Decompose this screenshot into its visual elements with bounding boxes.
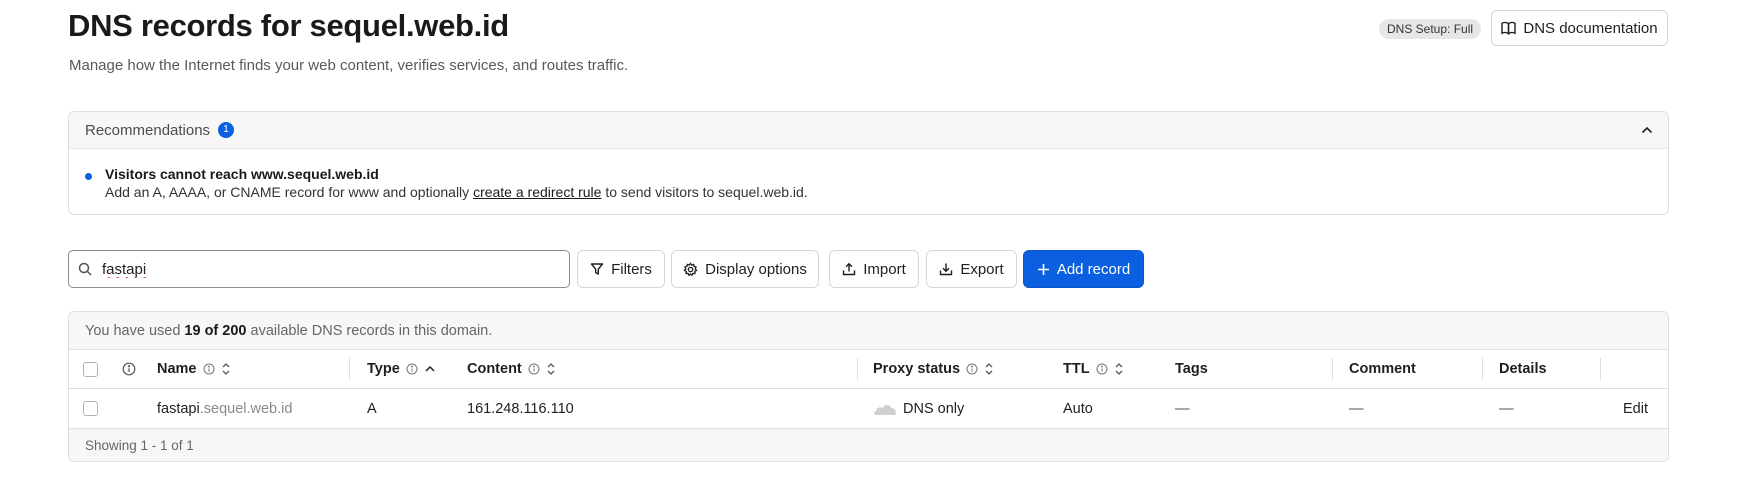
- dns-records-table: You have used 19 of 200 available DNS re…: [68, 311, 1669, 462]
- search-input[interactable]: [100, 259, 544, 279]
- info-icon[interactable]: [528, 363, 540, 375]
- create-redirect-rule-link[interactable]: create a redirect rule: [473, 184, 601, 200]
- record-comment-cell: —: [1349, 400, 1364, 417]
- display-options-button[interactable]: Display options: [671, 250, 819, 288]
- filter-icon: [590, 262, 604, 276]
- search-box[interactable]: [68, 250, 570, 288]
- gear-icon: [683, 261, 698, 277]
- page-subtitle: Manage how the Internet finds your web c…: [69, 57, 629, 74]
- record-proxy-status-cell: DNS only: [873, 389, 964, 428]
- info-icon[interactable]: [1096, 363, 1108, 375]
- dns-documentation-label: DNS documentation: [1523, 19, 1658, 37]
- column-header-content[interactable]: Content: [467, 350, 556, 388]
- usage-prefix: You have used: [85, 322, 181, 339]
- record-name-match: fastapi: [157, 400, 200, 417]
- column-header-type[interactable]: Type: [367, 350, 436, 388]
- recommendations-header[interactable]: Recommendations 1: [69, 112, 1668, 149]
- column-header-proxy-status[interactable]: Proxy status: [873, 350, 994, 388]
- column-header-name[interactable]: Name: [157, 350, 231, 388]
- table-row[interactable]: fastapi .sequel.web.id A 161.248.116.110 …: [69, 389, 1668, 429]
- select-all-checkbox[interactable]: [83, 361, 98, 377]
- recommendation-title: Visitors cannot reach www.sequel.web.id: [105, 166, 379, 182]
- search-icon: [78, 262, 92, 276]
- upload-icon: [842, 262, 856, 276]
- info-icon[interactable]: [406, 363, 418, 375]
- sort-ascending-icon[interactable]: [424, 363, 436, 375]
- table-pagination-summary: Showing 1 - 1 of 1: [69, 429, 1668, 461]
- download-icon: [939, 262, 953, 276]
- column-divider: [1482, 358, 1483, 380]
- record-details-cell: —: [1499, 400, 1514, 417]
- add-record-label: Add record: [1056, 260, 1131, 278]
- recommendation-dot: [85, 173, 92, 180]
- row-info-header: [122, 350, 136, 388]
- usage-summary: You have used 19 of 200 available DNS re…: [69, 312, 1668, 350]
- column-content-label: Content: [467, 361, 522, 377]
- page-title: DNS records for sequel.web.id: [68, 8, 509, 43]
- row-select-cell: [83, 389, 98, 428]
- column-header-ttl[interactable]: TTL: [1063, 350, 1124, 388]
- row-checkbox[interactable]: [83, 401, 98, 416]
- recommendation-desc-suffix: to send visitors to sequel.web.id.: [601, 184, 808, 200]
- info-icon[interactable]: [203, 363, 215, 375]
- filters-label: Filters: [611, 260, 652, 278]
- usage-suffix: available DNS records in this domain.: [250, 322, 493, 339]
- record-name-cell: fastapi .sequel.web.id: [157, 389, 292, 428]
- recommendations-count-badge: 1: [218, 122, 235, 138]
- dns-setup-badge: DNS Setup: Full: [1379, 19, 1482, 39]
- column-divider: [349, 358, 350, 380]
- dns-documentation-button[interactable]: DNS documentation: [1491, 10, 1668, 46]
- select-all-cell: [83, 350, 98, 388]
- column-header-details: Details: [1499, 350, 1547, 388]
- recommendation-item: Visitors cannot reach www.sequel.web.id …: [69, 149, 1668, 201]
- recommendation-desc-prefix: Add an A, AAAA, or CNAME record for www …: [105, 184, 474, 200]
- cloud-icon: [873, 402, 897, 416]
- book-icon: [1501, 21, 1517, 35]
- column-header-tags: Tags: [1175, 350, 1208, 388]
- column-divider: [857, 358, 858, 380]
- sort-icon[interactable]: [221, 361, 231, 377]
- sort-icon[interactable]: [546, 361, 556, 377]
- column-details-label: Details: [1499, 361, 1547, 377]
- usage-count: 19 of 200: [184, 322, 247, 339]
- column-ttl-label: TTL: [1063, 361, 1090, 377]
- export-label: Export: [960, 260, 1004, 278]
- sort-icon[interactable]: [984, 361, 994, 377]
- column-divider: [1600, 358, 1601, 380]
- record-name-domain: .sequel.web.id: [199, 400, 293, 417]
- column-divider: [1332, 358, 1333, 380]
- record-proxy-status-label: DNS only: [903, 400, 965, 417]
- column-comment-label: Comment: [1349, 361, 1416, 377]
- column-proxy-status-label: Proxy status: [873, 361, 961, 377]
- column-tags-label: Tags: [1175, 361, 1208, 377]
- column-header-comment: Comment: [1349, 350, 1416, 388]
- record-content-cell: 161.248.116.110: [467, 400, 574, 417]
- column-type-label: Type: [367, 361, 400, 377]
- filters-button[interactable]: Filters: [577, 250, 665, 288]
- edit-record-button[interactable]: Edit: [1623, 389, 1648, 428]
- chevron-up-icon[interactable]: [1640, 123, 1654, 142]
- add-record-button[interactable]: Add record: [1023, 250, 1144, 288]
- table-header-row: Name Type Content Proxy status TTL Tags …: [69, 350, 1668, 389]
- export-button[interactable]: Export: [926, 250, 1017, 288]
- column-name-label: Name: [157, 361, 197, 377]
- recommendations-label: Recommendations: [85, 121, 211, 139]
- info-icon[interactable]: [122, 362, 136, 376]
- plus-icon: [1037, 263, 1050, 276]
- import-button[interactable]: Import: [829, 250, 919, 288]
- record-tags-cell: —: [1175, 400, 1190, 417]
- recommendations-panel: Recommendations 1 Visitors cannot reach …: [68, 111, 1669, 215]
- import-label: Import: [863, 260, 906, 278]
- record-type-cell: A: [367, 400, 377, 417]
- recommendation-description: Add an A, AAAA, or CNAME record for www …: [105, 183, 1668, 201]
- display-options-label: Display options: [705, 260, 807, 278]
- record-ttl-cell: Auto: [1063, 400, 1093, 417]
- sort-icon[interactable]: [1114, 361, 1124, 377]
- info-icon[interactable]: [966, 363, 978, 375]
